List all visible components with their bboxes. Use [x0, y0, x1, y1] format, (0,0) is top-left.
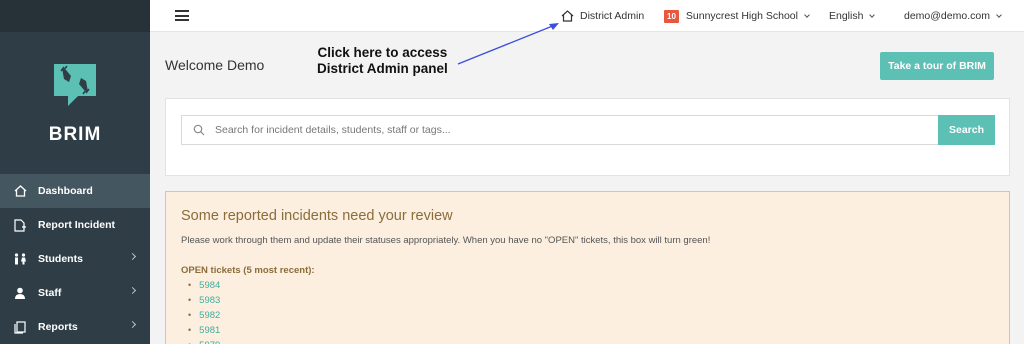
search-box [181, 115, 939, 145]
sidebar-top-strip [0, 0, 150, 32]
district-admin-link[interactable]: District Admin [561, 0, 644, 32]
reports-icon [13, 320, 27, 334]
annotation-arrow-icon [457, 23, 559, 65]
sidebar: BRIM Dashboard Report Incident Students [0, 0, 150, 344]
sidebar-item-reports[interactable]: Reports [0, 310, 150, 344]
school-name: Sunnycrest High School [685, 10, 798, 22]
annotation-line-1: Click here to access [317, 45, 448, 60]
user-menu[interactable]: demo@demo.com [904, 0, 1002, 32]
brim-logo[interactable]: BRIM [0, 62, 150, 146]
take-tour-button[interactable]: Take a tour of BRIM [880, 52, 994, 80]
page-title: Welcome Demo [165, 57, 265, 73]
logo-text: BRIM [48, 124, 102, 145]
chevron-right-icon [128, 252, 137, 261]
sidebar-nav: Dashboard Report Incident Students Staff [0, 174, 150, 344]
sidebar-item-report-incident[interactable]: Report Incident [0, 208, 150, 242]
sidebar-item-label: Students [38, 253, 83, 265]
home-icon [13, 184, 27, 198]
annotation-callout: Click here to access District Admin pane… [317, 45, 448, 77]
ticket-link[interactable]: 5981 [199, 325, 220, 336]
sidebar-item-label: Staff [38, 287, 62, 299]
user-email: demo@demo.com [904, 10, 990, 22]
ticket-link[interactable]: 5982 [199, 310, 220, 321]
list-item: 5983 [188, 293, 220, 308]
list-item: 5984 [188, 278, 220, 293]
sidebar-item-label: Reports [38, 321, 78, 333]
annotation-line-2: District Admin panel [317, 61, 448, 76]
review-alert-panel: Some reported incidents need your review… [165, 191, 1010, 344]
sidebar-item-dashboard[interactable]: Dashboard [0, 174, 150, 208]
search-button[interactable]: Search [938, 115, 995, 145]
search-icon [193, 124, 205, 136]
chevron-right-icon [128, 286, 137, 295]
sidebar-item-label: Dashboard [38, 185, 93, 197]
district-admin-label: District Admin [580, 10, 645, 22]
sidebar-item-students[interactable]: Students [0, 242, 150, 276]
chevron-down-icon [804, 11, 810, 18]
staff-icon [13, 286, 27, 300]
top-bar: District Admin 10 Sunnycrest High School… [150, 0, 1024, 32]
review-description: Please work through them and update thei… [181, 235, 711, 246]
language-selector[interactable]: English [829, 0, 876, 32]
search-panel: Search [165, 98, 1010, 176]
chevron-right-icon [128, 320, 137, 329]
search-input[interactable] [215, 124, 915, 136]
language-label: English [829, 10, 864, 22]
logo-hands-icon [52, 62, 98, 106]
school-badge: 10 [664, 9, 679, 23]
report-file-icon [13, 218, 27, 232]
menu-toggle-icon[interactable] [175, 10, 189, 21]
list-item: 5981 [188, 323, 220, 338]
sidebar-item-label: Report Incident [38, 219, 116, 231]
ticket-link[interactable]: 5979 [199, 340, 220, 344]
ticket-list: 5984 5983 5982 5981 5979 [188, 278, 220, 344]
sidebar-item-staff[interactable]: Staff [0, 276, 150, 310]
ticket-link[interactable]: 5984 [199, 280, 220, 291]
ticket-link[interactable]: 5983 [199, 295, 220, 306]
students-icon [13, 252, 27, 266]
chevron-down-icon [869, 11, 876, 18]
list-item: 5979 [188, 338, 220, 344]
open-tickets-label: OPEN tickets (5 most recent): [181, 265, 315, 276]
review-title: Some reported incidents need your review [181, 208, 453, 224]
list-item: 5982 [188, 308, 220, 323]
school-selector[interactable]: 10 Sunnycrest High School [664, 0, 810, 32]
chevron-down-icon [996, 11, 1002, 18]
